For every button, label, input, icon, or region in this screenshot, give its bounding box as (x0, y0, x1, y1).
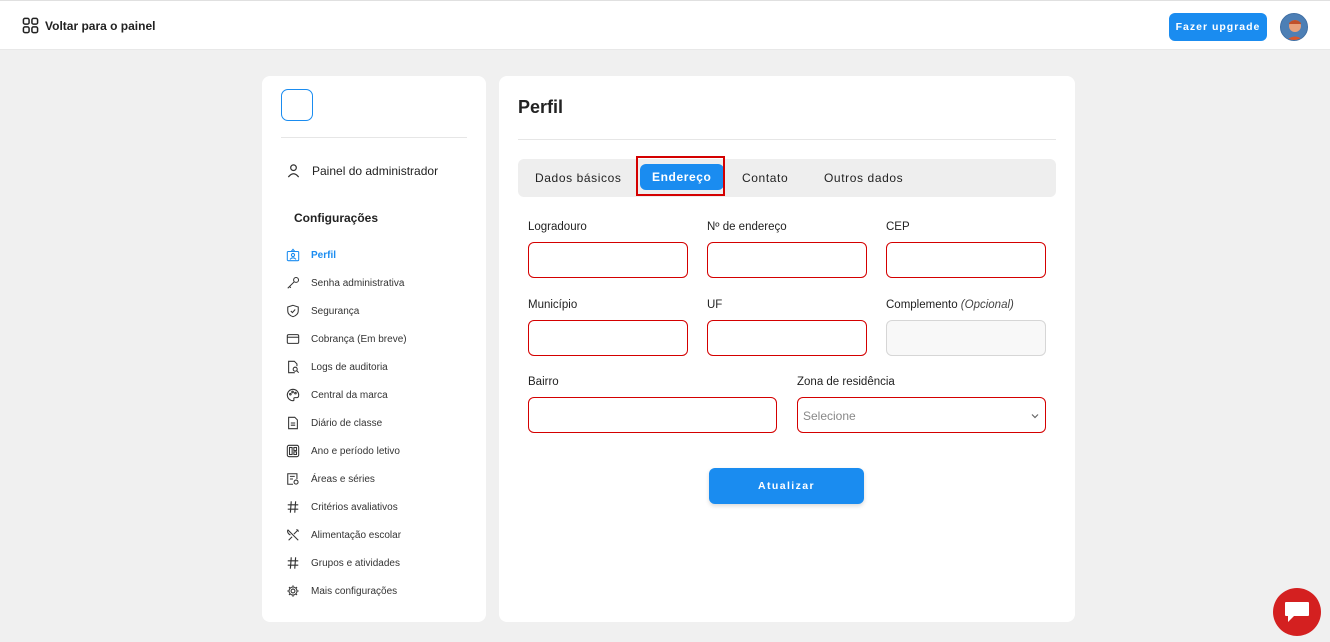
sidebar-item-label: Diário de classe (311, 417, 383, 429)
grid-icon (22, 17, 39, 34)
sidebar-item-label: Ano e período letivo (311, 445, 400, 457)
tab-outros-dados[interactable]: Outros dados (824, 159, 903, 197)
sidebar-divider (281, 137, 467, 138)
profile-icon (286, 248, 300, 262)
uf-input[interactable] (707, 320, 867, 356)
sidebar-item-label: Mais configurações (311, 585, 398, 597)
utensils-icon (287, 528, 300, 541)
title-divider (518, 139, 1056, 140)
municipio-label: Município (528, 299, 578, 311)
top-bar: Voltar para o painel Fazer upgrade (0, 0, 1330, 50)
admin-panel-label: Painel do administrador (312, 163, 439, 178)
logo-placeholder (281, 89, 313, 121)
card-icon (286, 334, 300, 344)
sidebar-item-label: Segurança (311, 305, 360, 317)
bairro-input[interactable] (528, 397, 777, 433)
avatar[interactable] (1280, 13, 1308, 41)
calendar-grid-icon (286, 444, 300, 458)
user-icon (287, 164, 300, 178)
tab-contato[interactable]: Contato (742, 159, 788, 197)
profile-card: Perfil Dados básicos Endereço Contato Ou… (499, 76, 1075, 622)
admin-panel-link[interactable]: Painel do administrador (286, 163, 438, 178)
document-icon (288, 416, 298, 430)
sidebar-item-alimentacao[interactable]: Alimentação escolar (286, 521, 476, 549)
sidebar-item-label: Áreas e séries (311, 473, 375, 485)
cep-input[interactable] (886, 242, 1046, 278)
logradouro-label: Logradouro (528, 221, 587, 233)
sidebar-item-label: Cobrança (Em breve) (311, 333, 407, 345)
tab-dados-basicos[interactable]: Dados básicos (535, 159, 622, 197)
avatar-image (1281, 14, 1307, 40)
profile-tabs: Dados básicos Endereço Contato Outros da… (518, 159, 1056, 197)
sidebar-item-cobranca[interactable]: Cobrança (Em breve) (286, 325, 476, 353)
complemento-input[interactable] (886, 320, 1046, 356)
zona-select-value: Selecione (803, 409, 856, 423)
gear-icon (287, 585, 299, 597)
sidebar-item-logs[interactable]: Logs de auditoria (286, 353, 476, 381)
sidebar-item-marca[interactable]: Central da marca (286, 381, 476, 409)
back-to-panel-label: Voltar para o painel (45, 18, 156, 33)
sidebar-item-label: Perfil (311, 249, 337, 261)
sidebar-item-areas[interactable]: Áreas e séries (286, 465, 476, 493)
page-title: Perfil (518, 97, 564, 117)
cep-label: CEP (886, 221, 910, 233)
zona-select[interactable]: Selecione (797, 397, 1046, 433)
sidebar-item-ano-periodo[interactable]: Ano e período letivo (286, 437, 476, 465)
key-icon (287, 276, 300, 289)
complemento-label-text: Complemento (886, 299, 958, 311)
audit-log-icon (288, 360, 300, 374)
settings-section-title: Configurações (294, 211, 379, 225)
numero-input[interactable] (707, 242, 867, 278)
sidebar-item-grupos[interactable]: Grupos e atividades (286, 549, 476, 577)
hash-icon (287, 557, 299, 569)
shield-icon (287, 304, 299, 318)
logradouro-input[interactable] (528, 242, 688, 278)
zona-label: Zona de residência (797, 376, 895, 388)
back-to-panel-link[interactable]: Voltar para o painel (22, 17, 155, 34)
sidebar-item-mais[interactable]: Mais configurações (286, 577, 476, 605)
tab-endereco[interactable]: Endereço (640, 164, 724, 190)
sidebar-item-label: Logs de auditoria (311, 361, 388, 373)
chat-button[interactable] (1273, 588, 1321, 636)
sidebar-item-label: Grupos e atividades (311, 557, 400, 569)
upgrade-button[interactable]: Fazer upgrade (1169, 13, 1267, 41)
bairro-label: Bairro (528, 376, 559, 388)
municipio-input[interactable] (528, 320, 688, 356)
update-button[interactable]: Atualizar (709, 468, 864, 504)
sidebar-item-senha[interactable]: Senha administrativa (286, 269, 476, 297)
sidebar-item-perfil[interactable]: Perfil (286, 241, 476, 269)
uf-label: UF (707, 299, 723, 311)
sidebar-item-criterios[interactable]: Critérios avaliativos (286, 493, 476, 521)
settings-sidebar: Painel do administrador Configurações Pe… (262, 76, 486, 622)
sidebar-item-label: Central da marca (311, 389, 388, 401)
hash-icon (287, 501, 299, 513)
areas-icon (287, 473, 299, 485)
palette-icon (286, 388, 300, 402)
complemento-label: Complemento (Opcional) (886, 299, 1014, 311)
sidebar-item-label: Alimentação escolar (311, 529, 402, 541)
complemento-optional-hint: (Opcional) (960, 299, 1014, 311)
chevron-down-icon (1031, 414, 1039, 419)
numero-label: Nº de endereço (707, 221, 787, 233)
settings-menu: Perfil Senha administrativa Segurança Co… (286, 241, 476, 605)
sidebar-item-seguranca[interactable]: Segurança (286, 297, 476, 325)
sidebar-item-diario[interactable]: Diário de classe (286, 409, 476, 437)
sidebar-item-label: Critérios avaliativos (311, 501, 398, 513)
chat-icon (1285, 602, 1309, 622)
sidebar-item-label: Senha administrativa (311, 277, 405, 289)
